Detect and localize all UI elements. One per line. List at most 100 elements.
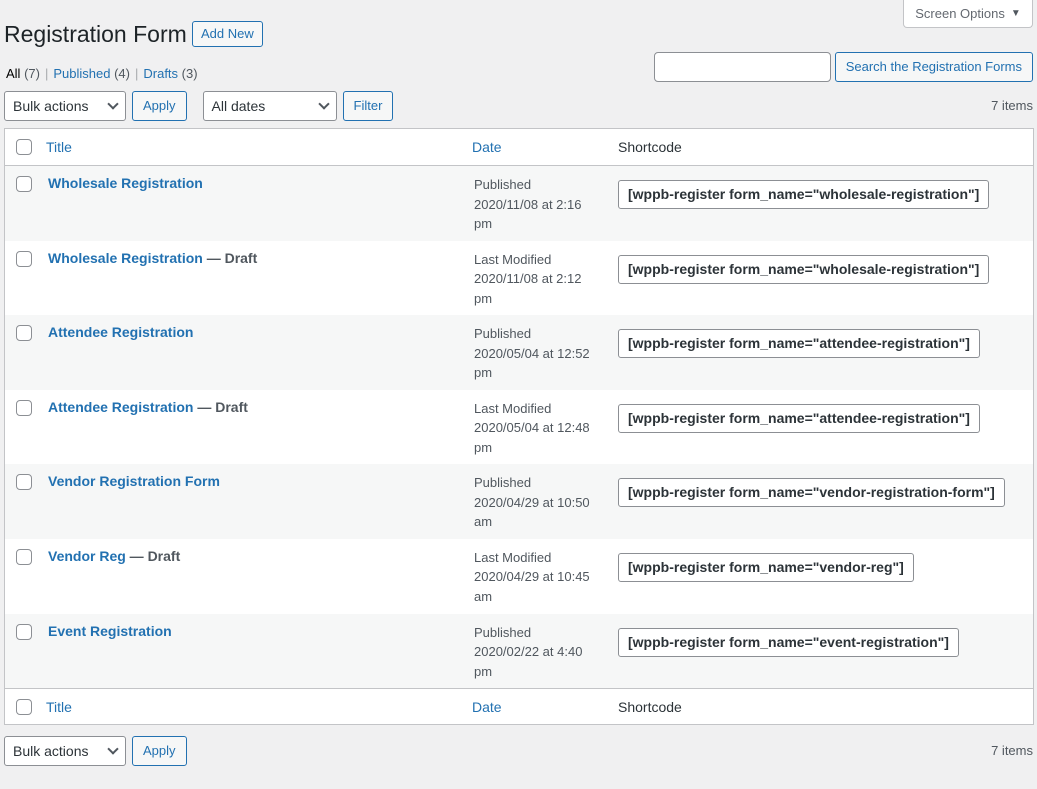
date-value: 2020/11/08 at 2:16 xyxy=(474,196,582,212)
search-box: Search the Registration Forms xyxy=(653,52,1033,82)
title-cell: Wholesale Registration xyxy=(48,175,203,191)
bulk-actions-select[interactable]: Bulk actions xyxy=(4,91,126,121)
search-button[interactable]: Search the Registration Forms xyxy=(834,52,1033,82)
row-checkbox[interactable] xyxy=(16,325,32,342)
date-value-ampm: pm xyxy=(474,439,493,455)
date-value: 2020/05/04 at 12:48 xyxy=(474,420,590,436)
date-value-ampm: pm xyxy=(474,290,493,306)
date-value-ampm: pm xyxy=(474,663,493,679)
tablenav-top: Bulk actions Apply All dates Filter xyxy=(4,91,394,121)
date-status: Published xyxy=(474,326,532,342)
date-value-ampm: pm xyxy=(474,365,493,381)
view-published[interactable]: Published (4) xyxy=(53,66,130,81)
row-checkbox[interactable] xyxy=(16,623,32,640)
column-shortcode-footer: Shortcode xyxy=(618,698,682,715)
date-cell: Published 2020/04/29 at 10:50 am xyxy=(474,473,604,532)
column-date-sort[interactable]: Date xyxy=(472,139,502,155)
date-status: Last Modified xyxy=(474,251,552,267)
row-checkbox[interactable] xyxy=(16,548,32,565)
date-filter-select[interactable]: All dates xyxy=(202,91,337,121)
date-cell: Last Modified 2020/11/08 at 2:12 pm xyxy=(474,250,604,309)
items-count-bottom: 7 items xyxy=(991,743,1033,758)
chevron-down-icon xyxy=(317,98,330,110)
view-drafts[interactable]: Drafts (3) xyxy=(143,66,197,81)
shortcode-field[interactable]: [wppb-register form_name="wholesale-regi… xyxy=(618,180,990,209)
date-cell: Published 2020/02/22 at 4:40 pm xyxy=(474,623,604,682)
row-checkbox[interactable] xyxy=(16,399,32,416)
shortcode-field[interactable]: [wppb-register form_name="wholesale-regi… xyxy=(618,254,990,284)
date-status: Published xyxy=(474,624,532,640)
tablenav-bottom: Bulk actions Apply xyxy=(4,736,187,766)
form-title-link[interactable]: Attendee Registration xyxy=(48,399,193,415)
column-shortcode: Shortcode xyxy=(618,139,682,155)
search-input[interactable] xyxy=(653,52,831,82)
title-cell: Attendee Registration — Draft xyxy=(48,399,248,415)
shortcode-field[interactable]: [wppb-register form_name="attendee-regis… xyxy=(618,403,980,433)
date-value-ampm: am xyxy=(474,588,493,604)
items-count: 7 items xyxy=(991,98,1033,113)
date-status: Published xyxy=(474,177,532,192)
column-title-sort-footer[interactable]: Title xyxy=(46,699,72,715)
form-title-link[interactable]: Event Registration xyxy=(48,623,172,639)
shortcode-field[interactable]: [wppb-register form_name="event-registra… xyxy=(618,627,959,657)
title-cell: Event Registration xyxy=(48,623,172,639)
apply-button-bottom[interactable]: Apply xyxy=(132,736,187,766)
date-cell: Last Modified 2020/04/29 at 10:45 am xyxy=(474,548,604,607)
shortcode-field[interactable]: [wppb-register form_name="vendor-reg"] xyxy=(618,552,914,582)
post-state: — Draft xyxy=(125,547,181,564)
table-footer: Title Date Shortcode xyxy=(5,688,1033,725)
apply-button[interactable]: Apply xyxy=(132,91,187,121)
date-value: 2020/05/04 at 12:52 xyxy=(474,345,590,361)
select-all-checkbox[interactable] xyxy=(16,139,32,155)
table-row: Attendee Registration — Draft Last Modifi… xyxy=(5,390,1033,465)
separator: | xyxy=(134,66,139,81)
select-all-checkbox-footer[interactable] xyxy=(16,698,32,715)
separator: | xyxy=(44,66,49,81)
date-cell: Last Modified 2020/05/04 at 12:48 pm xyxy=(474,399,604,458)
date-value-ampm: pm xyxy=(474,216,493,231)
form-title-link[interactable]: Wholesale Registration xyxy=(48,175,203,191)
column-title-sort[interactable]: Title xyxy=(46,139,72,155)
date-value: 2020/02/22 at 4:40 xyxy=(474,644,583,660)
title-cell: Vendor Reg — Draft xyxy=(48,548,180,564)
row-checkbox[interactable] xyxy=(16,474,32,491)
date-status: Last Modified xyxy=(474,549,552,565)
shortcode-field[interactable]: [wppb-register form_name="attendee-regis… xyxy=(618,329,980,359)
row-checkbox[interactable] xyxy=(16,176,32,192)
screen-options-button[interactable]: Screen Options ▼ xyxy=(903,0,1033,28)
form-title-link[interactable]: Wholesale Registration xyxy=(48,250,203,266)
date-value-ampm: am xyxy=(474,514,493,530)
date-value: 2020/11/08 at 2:12 xyxy=(474,271,582,287)
chevron-down-icon xyxy=(107,98,119,110)
bulk-actions-select-bottom[interactable]: Bulk actions xyxy=(4,736,126,766)
date-value: 2020/04/29 at 10:50 xyxy=(474,494,590,510)
date-cell: Published 2020/11/08 at 2:16 pm xyxy=(474,175,604,234)
title-cell: Wholesale Registration — Draft xyxy=(48,250,257,266)
chevron-down-icon xyxy=(107,743,119,755)
caret-down-icon: ▼ xyxy=(1010,8,1021,19)
table-row: Wholesale Registration — Draft Last Modif… xyxy=(5,241,1033,316)
date-status: Published xyxy=(474,475,532,491)
table-row: Attendee Registration Published 2020/05/04… xyxy=(5,315,1033,390)
filter-button[interactable]: Filter xyxy=(342,91,394,121)
column-date-sort-footer[interactable]: Date xyxy=(472,699,502,715)
table-row: Wholesale Registration Published 2020/11/0… xyxy=(5,166,1033,241)
registration-forms-table: Title Date Shortcode Wholesale Registrat… xyxy=(4,128,1034,726)
title-cell: Attendee Registration xyxy=(48,324,193,340)
table-header: Title Date Shortcode xyxy=(5,129,1033,166)
date-value: 2020/04/29 at 10:45 xyxy=(474,569,590,585)
form-title-link[interactable]: Vendor Registration Form xyxy=(48,473,220,489)
form-title-link[interactable]: Attendee Registration xyxy=(48,324,193,340)
date-cell: Published 2020/05/04 at 12:52 pm xyxy=(474,324,604,383)
page-title: Registration Form xyxy=(4,21,187,47)
view-all[interactable]: All (7) xyxy=(6,66,40,81)
table-row: Vendor Registration Form Published 2020/04… xyxy=(5,464,1033,539)
date-status: Last Modified xyxy=(474,400,552,416)
title-cell: Vendor Registration Form xyxy=(48,473,220,489)
add-new-button[interactable]: Add New xyxy=(192,21,263,47)
post-state: — Draft xyxy=(193,398,248,415)
shortcode-field[interactable]: [wppb-register form_name="vendor-registr… xyxy=(618,478,1005,508)
form-title-link[interactable]: Vendor Reg xyxy=(48,548,126,564)
row-checkbox[interactable] xyxy=(16,250,32,267)
view-filters: All (7) | Published (4) | Drafts (3) xyxy=(6,66,198,81)
